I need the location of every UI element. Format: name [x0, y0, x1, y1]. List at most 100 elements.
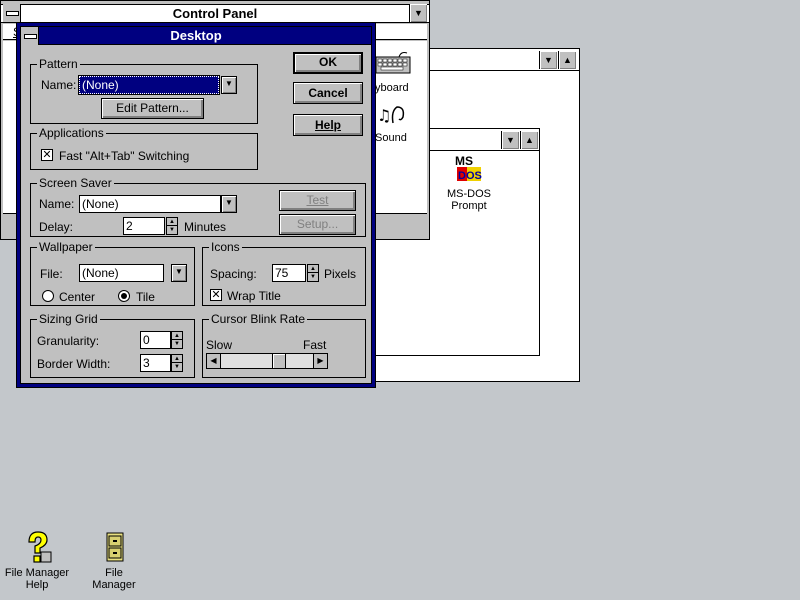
- file-manager-icon-item[interactable]: File Manager: [82, 530, 146, 591]
- desktop-dialog: Desktop OK Cancel Help Pattern Name: (No…: [16, 22, 376, 388]
- sizing-grid-group-label: Sizing Grid: [37, 312, 100, 326]
- wallpaper-group: Wallpaper File: (None) ▼ Center Tile: [30, 241, 195, 306]
- screen-saver-dropdown-button[interactable]: ▼: [221, 195, 237, 213]
- tile-radio[interactable]: [118, 290, 130, 302]
- blink-rate-scrollbar[interactable]: ◀ ▶: [206, 353, 328, 369]
- file-manager-label: File Manager: [92, 567, 136, 591]
- control-panel-title: Control Panel: [172, 6, 258, 21]
- desktop-dialog-system-menu[interactable]: [21, 27, 39, 45]
- maximize-button[interactable]: ▲: [520, 131, 538, 149]
- spin-down-icon: ▼: [310, 274, 316, 280]
- pattern-dropdown-button[interactable]: ▼: [221, 76, 237, 94]
- granularity-label: Granularity:: [37, 334, 100, 348]
- center-radio[interactable]: [42, 290, 54, 302]
- file-manager-help-icon-item[interactable]: File Manager Help: [4, 530, 70, 591]
- pattern-name-select[interactable]: (None): [78, 75, 220, 95]
- wrap-title-label: Wrap Title: [227, 289, 281, 303]
- pattern-name-value: (None): [82, 78, 119, 92]
- ok-button[interactable]: OK: [293, 52, 363, 74]
- scroll-right-arrow[interactable]: ▶: [313, 354, 327, 368]
- border-width-input[interactable]: 3: [140, 354, 171, 372]
- edit-pattern-label: Edit Pattern...: [116, 101, 189, 115]
- cancel-button[interactable]: Cancel: [293, 82, 363, 104]
- svg-text:MS: MS: [455, 154, 473, 168]
- sound-icon: ♫: [377, 106, 405, 125]
- applications-group: Applications ✕ Fast "Alt+Tab" Switching: [30, 127, 258, 170]
- spacing-spinner[interactable]: ▲ ▼: [307, 264, 319, 282]
- file-cabinet-icon: [106, 532, 124, 562]
- spin-up-icon: ▲: [308, 265, 318, 273]
- control-panel-system-menu[interactable]: [3, 4, 21, 22]
- blink-rate-thumb[interactable]: [271, 354, 286, 368]
- keyboard-label: yboard: [375, 82, 409, 94]
- border-width-spinner[interactable]: ▲ ▼: [171, 354, 183, 372]
- spacing-unit-label: Pixels: [324, 267, 357, 281]
- border-width-value: 3: [143, 356, 150, 370]
- ok-button-label: OK: [319, 55, 337, 69]
- delay-unit-label: Minutes: [184, 220, 227, 234]
- granularity-input[interactable]: 0: [140, 331, 171, 349]
- granularity-spinner[interactable]: ▲ ▼: [171, 331, 183, 349]
- spacing-label: Spacing:: [210, 267, 257, 281]
- applications-group-label: Applications: [37, 126, 106, 140]
- spin-up-icon: ▲: [172, 355, 182, 363]
- spin-down-icon: ▼: [174, 341, 180, 347]
- wallpaper-file-select[interactable]: (None): [79, 264, 164, 282]
- test-button[interactable]: Test: [279, 190, 356, 211]
- pattern-group-label: Pattern: [37, 57, 80, 71]
- setup-button[interactable]: Setup...: [279, 214, 356, 235]
- wallpaper-dropdown-button[interactable]: ▼: [171, 264, 187, 282]
- sizing-grid-group: Sizing Grid Granularity: 0 ▲ ▼ Border Wid…: [30, 313, 195, 378]
- spin-down-icon: ▼: [169, 227, 175, 233]
- edit-pattern-button[interactable]: Edit Pattern...: [101, 98, 204, 119]
- spin-up-icon: ▲: [172, 332, 182, 340]
- chevron-down-icon: ▼: [225, 198, 233, 207]
- screen-saver-name-select[interactable]: (None): [79, 195, 221, 213]
- help-icon: [28, 531, 52, 563]
- wallpaper-file-label: File:: [40, 267, 63, 281]
- keyboard-item[interactable]: yboard: [371, 49, 419, 95]
- sound-label: Sound: [375, 132, 407, 144]
- help-button-label: Help: [314, 118, 341, 132]
- ms-dos-label-line2: Prompt: [451, 200, 487, 212]
- fast-switching-checkbox[interactable]: ✕: [41, 149, 53, 161]
- granularity-value: 0: [143, 333, 150, 347]
- desktop-dialog-titlebar[interactable]: Desktop: [21, 27, 371, 45]
- file-manager-help-label-line1: File Manager: [4, 567, 70, 579]
- control-panel-titlebar[interactable]: Control Panel: [1, 4, 429, 23]
- keyboard-icon: [375, 52, 411, 74]
- delay-spinner[interactable]: ▲ ▼: [166, 217, 178, 235]
- ms-dos-prompt-item[interactable]: MS DOS MS-DOS Prompt: [437, 153, 501, 212]
- spin-down-icon: ▼: [174, 364, 180, 370]
- screen-saver-name-value: (None): [82, 197, 119, 211]
- screen-saver-name-label: Name:: [39, 197, 75, 211]
- screen-saver-group-label: Screen Saver: [37, 176, 114, 190]
- control-panel-minimize-button[interactable]: ▼: [409, 4, 427, 22]
- center-label: Center: [59, 290, 96, 304]
- desktop-dialog-title: Desktop: [170, 28, 222, 43]
- minimize-button[interactable]: ▼: [539, 51, 557, 69]
- fast-switching-label: Fast "Alt+Tab" Switching: [59, 149, 190, 163]
- icons-group-label: Icons: [209, 240, 242, 254]
- spacing-input[interactable]: 75: [272, 264, 306, 282]
- cursor-blink-group: Cursor Blink Rate Slow Fast ◀ ▶: [202, 313, 366, 378]
- file-manager-help-label-line2: Help: [25, 579, 49, 591]
- minimize-button[interactable]: ▼: [501, 131, 519, 149]
- setup-button-label: Setup...: [296, 217, 339, 231]
- screen-saver-group: Screen Saver Name: (None) ▼ Delay: 2 ▲ ▼ …: [30, 177, 366, 237]
- sound-item[interactable]: ♫ Sound: [371, 101, 419, 147]
- icons-group: Icons Spacing: 75 ▲ ▼ Pixels ✕ Wrap Title: [202, 241, 366, 306]
- svg-text:♫: ♫: [377, 106, 391, 125]
- wrap-title-checkbox[interactable]: ✕: [210, 289, 222, 301]
- wallpaper-file-value: (None): [82, 266, 119, 280]
- delay-label: Delay:: [39, 220, 74, 234]
- maximize-button[interactable]: ▲: [558, 51, 576, 69]
- pattern-group: Pattern Name: (None) ▼ Edit Pattern...: [30, 58, 258, 124]
- delay-input[interactable]: 2: [123, 217, 165, 235]
- help-button[interactable]: Help: [293, 114, 363, 136]
- scroll-left-arrow[interactable]: ◀: [207, 354, 221, 368]
- desktop-dialog-body: Desktop OK Cancel Help Pattern Name: (No…: [20, 26, 372, 384]
- ms-dos-icon: MS DOS: [455, 154, 482, 182]
- delay-value: 2: [126, 219, 133, 233]
- border-width-label: Border Width:: [37, 357, 111, 371]
